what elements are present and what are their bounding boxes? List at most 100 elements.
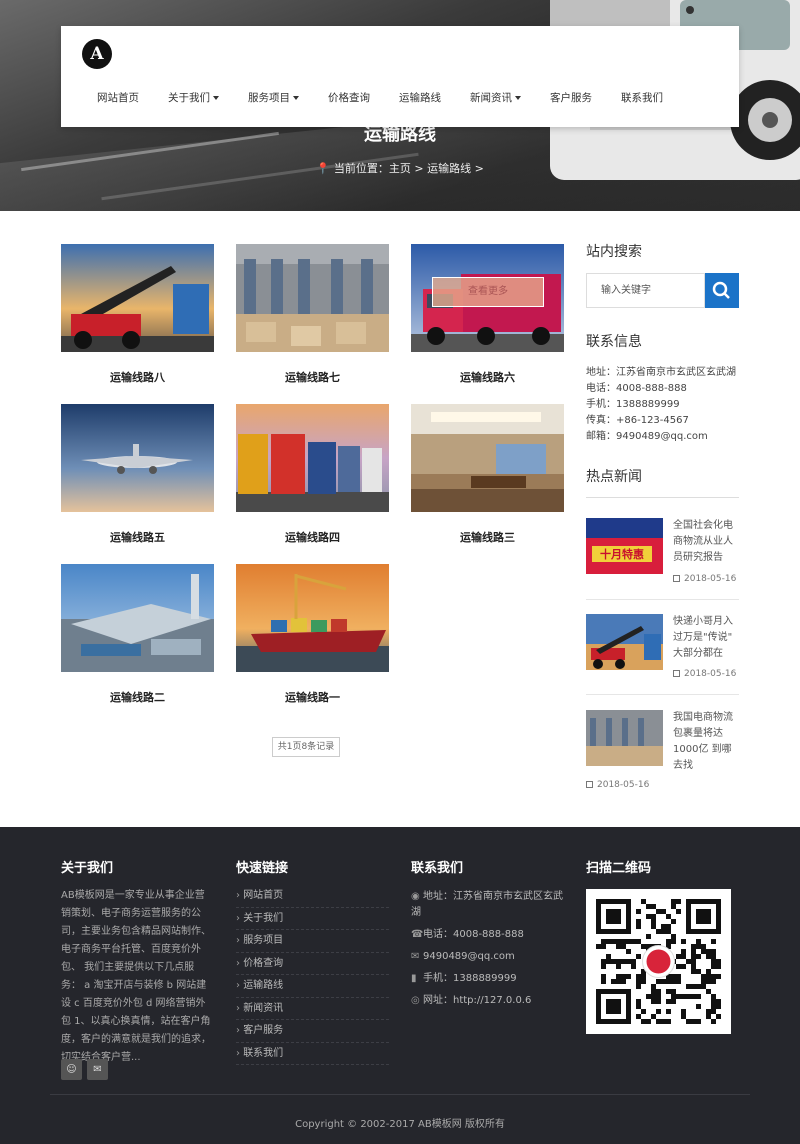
qr-code-image bbox=[586, 889, 731, 1034]
main-nav: 网站首页 关于我们 服务项目 价格查询 运输路线 新闻资讯 客户服务 联系我们 bbox=[97, 90, 692, 105]
search-button[interactable] bbox=[705, 273, 739, 308]
search-input[interactable]: 输入关键字 bbox=[586, 273, 705, 308]
footer-contact-heading: 联系我们 bbox=[411, 861, 464, 876]
footer-link-contact[interactable]: 联系我们 bbox=[236, 1043, 389, 1065]
calendar-icon bbox=[673, 575, 680, 582]
nav-item-contact[interactable]: 联系我们 bbox=[621, 90, 663, 105]
route-title[interactable]: 运输线路二 bbox=[61, 689, 214, 705]
footer-quick-links: 网站首页 关于我们 服务项目 价格查询 运输路线 新闻资讯 客户服务 联系我们 bbox=[236, 885, 389, 1065]
view-more-button[interactable]: 查看更多 bbox=[432, 277, 544, 307]
copyright-text: Copyright © 2002-2017 AB模板网 版权所有 bbox=[295, 1119, 505, 1130]
contact-address: 地址：江苏省南京市玄武区玄武湖 bbox=[586, 367, 736, 378]
hot-news-thumbnail[interactable] bbox=[586, 710, 663, 766]
hot-news-date: 2018-05-16 bbox=[673, 574, 736, 584]
route-thumbnail[interactable] bbox=[236, 244, 389, 352]
site-logo[interactable]: A bbox=[82, 39, 112, 69]
hot-news-title[interactable]: 我国电商物流包裹量将达1000亿 到哪去找 bbox=[673, 710, 739, 774]
nav-item-label: 关于我们 bbox=[168, 92, 210, 104]
site-footer: 关于我们 AB模板网是一家专业从事企业营销策划、电子商务运营服务的公司，主要业务… bbox=[0, 827, 800, 1144]
date-text: 2018-05-16 bbox=[684, 669, 737, 679]
breadcrumb-current-link[interactable]: 运输路线 bbox=[427, 162, 471, 175]
footer-contact-address: ◉ 地址：江苏省南京市玄武区玄武湖 bbox=[411, 889, 569, 921]
nav-item-news[interactable]: 新闻资讯 bbox=[470, 90, 521, 105]
divider bbox=[586, 497, 739, 498]
route-title[interactable]: 运输线路一 bbox=[236, 689, 389, 705]
nav-item-customer-service[interactable]: 客户服务 bbox=[550, 90, 592, 105]
hot-news-thumbnail[interactable] bbox=[586, 614, 663, 670]
route-title[interactable]: 运输线路七 bbox=[236, 369, 389, 385]
footer-link-pricing[interactable]: 价格查询 bbox=[236, 953, 389, 975]
footer-link-news[interactable]: 新闻资讯 bbox=[236, 998, 389, 1020]
route-thumbnail[interactable] bbox=[61, 564, 214, 672]
nav-item-services[interactable]: 服务项目 bbox=[248, 90, 299, 105]
breadcrumb: 📍 当前位置：主页 > 运输路线 > bbox=[0, 160, 800, 176]
location-pin-icon: 📍 bbox=[316, 162, 330, 175]
nav-item-home[interactable]: 网站首页 bbox=[97, 90, 139, 105]
divider bbox=[50, 1094, 750, 1095]
hot-news-date: 2018-05-16 bbox=[673, 669, 736, 679]
footer-link-about[interactable]: 关于我们 bbox=[236, 908, 389, 930]
caret-down-icon bbox=[515, 96, 521, 100]
route-title[interactable]: 运输线路六 bbox=[411, 369, 564, 385]
route-card[interactable]: 运输线路五 bbox=[61, 404, 214, 545]
route-thumbnail[interactable] bbox=[61, 244, 214, 352]
route-thumbnail[interactable] bbox=[411, 404, 564, 512]
route-title[interactable]: 运输线路三 bbox=[411, 529, 564, 545]
phone-icon: ☎ bbox=[411, 929, 424, 940]
contact-text: 9490489@qq.com bbox=[423, 951, 515, 962]
globe-icon: ◎ bbox=[411, 995, 420, 1006]
route-thumbnail[interactable]: 查看更多 bbox=[411, 244, 564, 352]
route-card[interactable]: 运输线路四 bbox=[236, 404, 389, 545]
hot-news-title[interactable]: 全国社会化电商物流从业人员研究报告 bbox=[673, 518, 739, 566]
route-card[interactable]: 运输线路一 bbox=[236, 564, 389, 705]
hot-news-date: 2018-05-16 bbox=[586, 780, 649, 790]
footer-contact-list: ◉ 地址：江苏省南京市玄武区玄武湖 ☎电话：4008-888-888 ✉ 94904… bbox=[411, 889, 569, 1015]
footer-link-services[interactable]: 服务项目 bbox=[236, 930, 389, 953]
breadcrumb-home-link[interactable]: 主页 bbox=[389, 162, 411, 175]
mail-icon[interactable]: ✉ bbox=[87, 1059, 108, 1080]
hot-news-title[interactable]: 快递小哥月入过万是"传说" 大部分都在 bbox=[673, 614, 739, 662]
date-text: 2018-05-16 bbox=[597, 780, 650, 790]
footer-about-text: AB模板网是一家专业从事企业营销策划、电子商务运营服务的公司，主要业务包含精品网… bbox=[61, 890, 211, 1063]
contact-text: 地址：江苏省南京市玄武区玄武湖 bbox=[411, 891, 563, 918]
route-card[interactable]: 运输线路二 bbox=[61, 564, 214, 705]
header-nav-card: A 网站首页 关于我们 服务项目 价格查询 运输路线 新闻资讯 客户服务 联系我… bbox=[61, 26, 739, 127]
breadcrumb-prefix: 当前位置： bbox=[333, 162, 389, 175]
contact-text: 网址：http://127.0.0.6 bbox=[423, 995, 532, 1006]
nav-item-about[interactable]: 关于我们 bbox=[168, 90, 219, 105]
contact-phone: 电话：4008-888-888 bbox=[586, 383, 687, 394]
footer-link-customer-service[interactable]: 客户服务 bbox=[236, 1020, 389, 1043]
route-title[interactable]: 运输线路四 bbox=[236, 529, 389, 545]
route-title[interactable]: 运输线路八 bbox=[61, 369, 214, 385]
search-heading: 站内搜索 bbox=[586, 244, 642, 260]
footer-link-routes[interactable]: 运输路线 bbox=[236, 975, 389, 998]
search-icon bbox=[712, 281, 730, 299]
qq-icon[interactable]: ☺ bbox=[61, 1059, 82, 1080]
contact-email: 邮箱：9490489@qq.com bbox=[586, 431, 708, 442]
nav-item-label: 新闻资讯 bbox=[470, 92, 512, 104]
route-thumbnail[interactable] bbox=[236, 404, 389, 512]
footer-about-heading: 关于我们 bbox=[61, 861, 114, 876]
nav-item-routes[interactable]: 运输路线 bbox=[399, 90, 441, 105]
route-thumbnail[interactable] bbox=[61, 404, 214, 512]
route-card[interactable]: 运输线路八 bbox=[61, 244, 214, 385]
route-card[interactable]: 运输线路七 bbox=[236, 244, 389, 385]
contact-info-list: 地址：江苏省南京市玄武区玄武湖 电话：4008-888-888 手机：13888… bbox=[586, 365, 736, 445]
footer-contact-phone: ☎电话：4008-888-888 bbox=[411, 927, 569, 943]
nav-item-label: 网站首页 bbox=[97, 92, 139, 104]
nav-item-pricing[interactable]: 价格查询 bbox=[328, 90, 370, 105]
hot-news-thumbnail[interactable]: 十月特惠 bbox=[586, 518, 663, 574]
route-card[interactable]: 查看更多 运输线路六 bbox=[411, 244, 564, 385]
pagination-info: 共1页8条记录 bbox=[272, 737, 340, 757]
route-title[interactable]: 运输线路五 bbox=[61, 529, 214, 545]
mail-icon: ✉ bbox=[411, 951, 420, 962]
nav-item-label: 联系我们 bbox=[621, 92, 663, 104]
nav-item-label: 客户服务 bbox=[550, 92, 592, 104]
nav-item-label: 服务项目 bbox=[248, 92, 290, 104]
divider bbox=[586, 694, 739, 695]
route-thumbnail[interactable] bbox=[236, 564, 389, 672]
calendar-icon bbox=[673, 670, 680, 677]
caret-down-icon bbox=[213, 96, 219, 100]
route-card[interactable]: 运输线路三 bbox=[411, 404, 564, 545]
footer-link-home[interactable]: 网站首页 bbox=[236, 885, 389, 908]
